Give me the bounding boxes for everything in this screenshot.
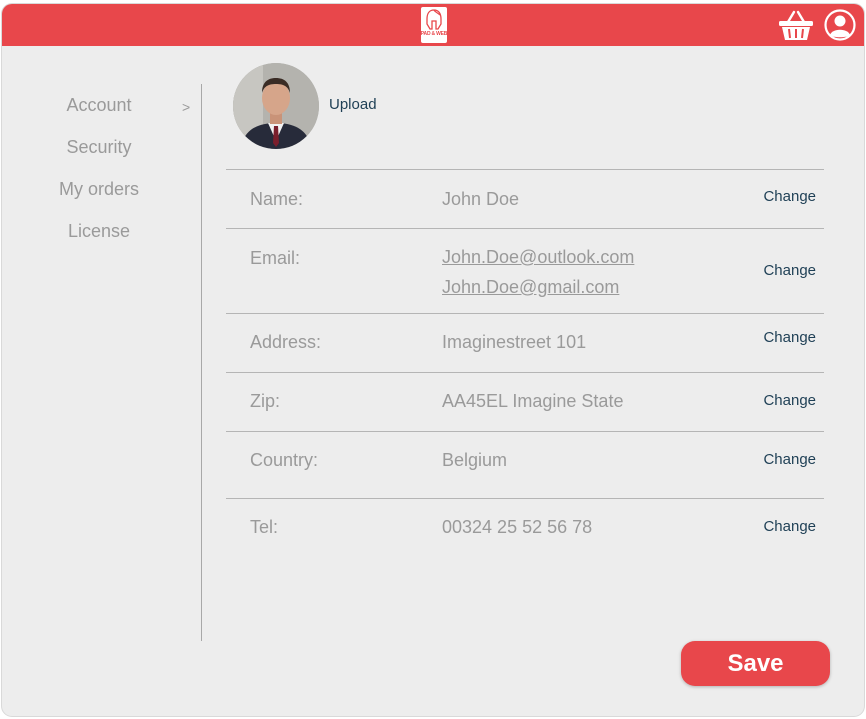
avatar[interactable]	[233, 63, 319, 149]
sidebar-divider	[201, 84, 202, 641]
profile-row-address: Address: Imaginestreet 101 Change	[226, 313, 824, 372]
tel-value: 00324 25 52 56 78	[442, 517, 593, 537]
field-label: Name:	[250, 189, 304, 209]
field-label: Address:	[250, 332, 322, 352]
change-zip-button[interactable]: Change	[763, 392, 816, 409]
field-label: Tel:	[250, 517, 279, 537]
logo-text: PAD & WEB	[420, 31, 448, 37]
top-bar: PAD & WEB	[2, 4, 864, 46]
email-value-primary[interactable]: John.Doe@outlook.com	[442, 247, 634, 268]
profile-row-country: Country: Belgium Change	[226, 431, 824, 498]
change-email-button[interactable]: Change	[763, 262, 816, 279]
country-value: Belgium	[442, 450, 508, 470]
field-label: Country:	[250, 450, 319, 470]
spartan-helmet-icon	[426, 9, 442, 30]
user-icon[interactable]	[824, 9, 856, 41]
profile-row-zip: Zip: AA45EL Imagine State Change	[226, 372, 824, 431]
change-address-button[interactable]: Change	[763, 329, 816, 346]
field-label: Zip:	[250, 391, 281, 411]
brand-logo[interactable]: PAD & WEB	[421, 7, 447, 43]
profile-row-name: Name: John Doe Change	[226, 169, 824, 228]
zip-value: AA45EL Imagine State	[442, 391, 624, 411]
save-button[interactable]: Save	[681, 641, 830, 686]
field-label: Email:	[250, 248, 301, 268]
profile-row-email: Email: John.Doe@outlook.com John.Doe@gma…	[226, 228, 824, 313]
change-tel-button[interactable]: Change	[763, 518, 816, 535]
avatar-photo	[233, 63, 319, 149]
name-value: John Doe	[442, 189, 520, 209]
change-country-button[interactable]: Change	[763, 451, 816, 468]
change-name-button[interactable]: Change	[763, 188, 816, 205]
email-value-secondary[interactable]: John.Doe@gmail.com	[442, 277, 619, 298]
sidebar-item-security[interactable]: Security	[2, 137, 196, 158]
sidebar-item-account[interactable]: Account	[2, 95, 196, 116]
account-window: PAD & WEB Account > Security My orders L…	[2, 4, 864, 716]
address-value: Imaginestreet 101	[442, 332, 587, 352]
sidebar-item-my-orders[interactable]: My orders	[2, 179, 196, 200]
basket-icon[interactable]	[778, 9, 814, 41]
upload-link[interactable]: Upload	[329, 96, 377, 113]
profile-row-tel: Tel: 00324 25 52 56 78 Change	[226, 498, 824, 557]
active-arrow-icon: >	[182, 99, 191, 115]
sidebar-item-license[interactable]: License	[2, 221, 196, 242]
